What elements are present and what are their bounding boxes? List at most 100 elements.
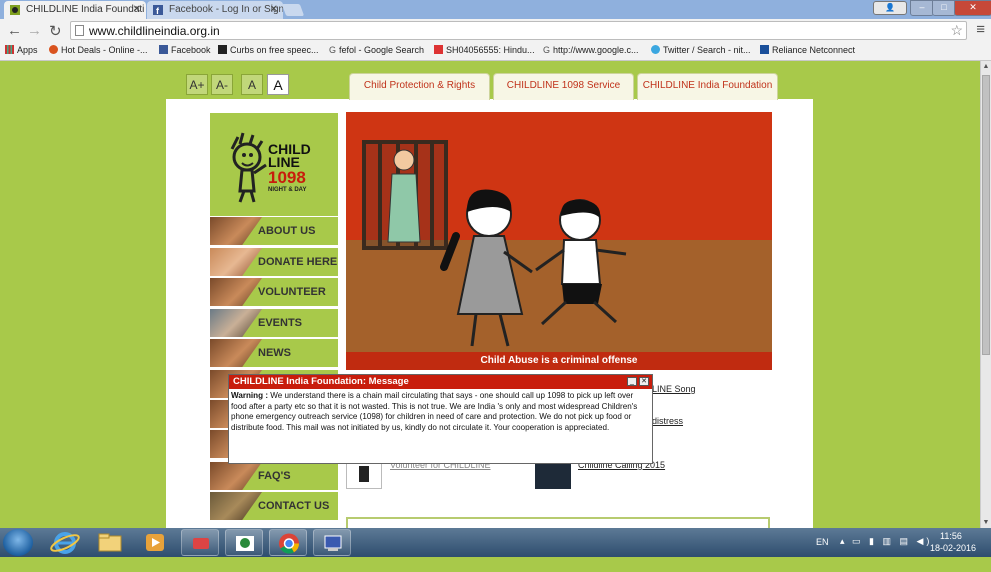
network-app-icon	[236, 536, 254, 551]
close-window-button[interactable]: ✕	[954, 0, 991, 16]
address-bar[interactable]: www.childlineindia.org.in ☆	[70, 21, 967, 40]
app-button-3[interactable]	[313, 529, 351, 556]
modal-minimize-button[interactable]: _	[627, 377, 637, 386]
logo-text: CHILD LINE 1098 NIGHT & DAY	[268, 142, 311, 194]
chrome-button[interactable]	[269, 529, 307, 556]
lower-content-box	[346, 517, 770, 528]
tab-child-protection[interactable]: Child Protection & Rights	[349, 73, 490, 100]
tab-facebook[interactable]: f Facebook - Log In or Sign ✕	[147, 1, 283, 19]
childline-song-link[interactable]: LINE Song	[652, 384, 696, 394]
nav-label: NEWS	[258, 347, 291, 359]
bookmark-fefol[interactable]: Gfefol - Google Search	[329, 45, 424, 55]
nav-label: ABOUT US	[258, 225, 316, 237]
forward-icon[interactable]: →	[27, 22, 42, 39]
bookmark-hot-deals[interactable]: Hot Deals - Online -...	[49, 45, 148, 55]
logo-number: 1098	[268, 168, 306, 187]
bookmarks-bar: Apps Hot Deals - Online -... Facebook Cu…	[0, 43, 991, 61]
nav-label: FAQ'S	[258, 470, 291, 482]
deals-icon	[49, 45, 58, 54]
hindu-icon	[434, 45, 443, 54]
nav-photo	[210, 278, 262, 306]
windows-taskbar: EN ▴ ▭ ▮ ▥ ▤ ◀) 11:56 18-02-2016	[0, 528, 991, 557]
bookmark-twitter[interactable]: Twitter / Search - nit...	[651, 45, 751, 55]
bookmark-label: Facebook	[171, 45, 211, 55]
scrollbar-thumb[interactable]	[982, 75, 990, 355]
tab-childline[interactable]: CHILDLINE India Foundati ✕	[4, 1, 146, 19]
nav-contact-us[interactable]: CONTACT US	[210, 491, 338, 520]
app-button-1[interactable]	[181, 529, 219, 556]
new-tab-button[interactable]	[281, 4, 305, 16]
profile-button[interactable]: 👤	[873, 1, 907, 15]
nav-label: EVENTS	[258, 317, 303, 329]
modal-title: CHILDLINE India Foundation: Message	[229, 375, 652, 389]
tray-expand-icon[interactable]: ▴	[840, 536, 845, 565]
bookmark-curbs[interactable]: Curbs on free speec...	[218, 45, 319, 55]
reliance-icon	[760, 45, 769, 54]
start-button[interactable]	[3, 529, 33, 556]
nav-faqs[interactable]: FAQ'S	[210, 461, 338, 490]
facebook-favicon-icon: f	[153, 5, 163, 15]
reload-icon[interactable]: ↻	[49, 22, 62, 40]
nav-volunteer[interactable]: VOLUNTEER	[210, 277, 338, 306]
clock-date[interactable]: 18-02-2016	[930, 543, 976, 572]
app-button-2[interactable]	[225, 529, 263, 556]
childline-favicon-icon	[10, 5, 20, 15]
back-icon[interactable]: ←	[7, 22, 22, 39]
close-tab-icon[interactable]: ✕	[270, 1, 278, 19]
nav-news[interactable]: NEWS	[210, 338, 338, 367]
menu-icon[interactable]: ≡	[976, 21, 985, 38]
font-default-button[interactable]: A	[267, 74, 289, 95]
language-indicator[interactable]: EN	[816, 537, 829, 566]
modal-close-button[interactable]: ✕	[639, 377, 649, 386]
bookmark-label: SH04056555: Hindu...	[446, 45, 535, 55]
tab-childline-foundation[interactable]: CHILDLINE India Foundation	[637, 73, 778, 100]
scroll-up-icon[interactable]: ▲	[981, 63, 991, 70]
tab-childline-service[interactable]: CHILDLINE 1098 Service	[493, 73, 634, 100]
tray-icons[interactable]: ▭ ▮ ▥ ▤ ◀)	[852, 536, 932, 565]
nav-photo	[210, 309, 262, 337]
file-explorer-icon[interactable]	[91, 529, 129, 556]
apps-grid-icon	[5, 45, 14, 54]
bookmark-label: Reliance Netconnect	[772, 45, 856, 55]
nav-photo	[210, 462, 262, 490]
modal-message: Warning : We understand there is a chain…	[231, 391, 651, 433]
message-modal: CHILDLINE India Foundation: Message _ ✕ …	[228, 374, 653, 464]
twitter-icon	[651, 45, 660, 54]
bookmark-hindu[interactable]: SH04056555: Hindu...	[434, 45, 535, 55]
nav-events[interactable]: EVENTS	[210, 308, 338, 337]
bookmark-apps[interactable]: Apps	[5, 45, 38, 55]
childline-logo[interactable]: CHILD LINE 1098 NIGHT & DAY	[210, 113, 338, 216]
nav-about-us[interactable]: ABOUT US	[210, 216, 338, 245]
maximize-button[interactable]: □	[932, 0, 956, 16]
font-increase-button[interactable]: A+	[186, 74, 208, 95]
bookmark-google[interactable]: Ghttp://www.google.c...	[543, 45, 639, 55]
minimize-button[interactable]: –	[910, 0, 934, 16]
app-icon	[193, 538, 209, 549]
bookmark-star-icon[interactable]: ☆	[950, 22, 963, 39]
hero-banner[interactable]: Child Abuse is a criminal offense	[346, 112, 772, 370]
close-tab-icon[interactable]: ✕	[133, 1, 141, 19]
logo-tagline: NIGHT & DAY	[268, 187, 307, 193]
bookmark-facebook[interactable]: Facebook	[159, 45, 211, 55]
media-player-icon[interactable]	[136, 529, 174, 556]
page-scrollbar[interactable]: ▲ ▼	[980, 61, 991, 528]
app-icon	[324, 535, 342, 551]
font-normal-button[interactable]: A	[241, 74, 263, 95]
tab-label: CHILDLINE India Foundati	[26, 4, 145, 15]
scroll-down-icon[interactable]: ▼	[981, 519, 991, 526]
news-icon	[218, 45, 227, 54]
tab-label: Facebook - Log In or Sign	[169, 4, 283, 15]
font-decrease-button[interactable]: A-	[211, 74, 233, 95]
distress-link[interactable]: distress	[652, 416, 683, 426]
bookmark-reliance[interactable]: Reliance Netconnect	[760, 45, 855, 55]
page-icon	[75, 25, 84, 36]
nav-label: DONATE HERE	[258, 256, 338, 268]
nav-donate[interactable]: DONATE HERE	[210, 247, 338, 276]
bookmark-label: Hot Deals - Online -...	[61, 45, 148, 55]
internet-explorer-icon[interactable]	[46, 529, 84, 556]
facebook-icon	[159, 45, 168, 54]
bookmark-label: Curbs on free speec...	[230, 45, 319, 55]
bookmark-label: Twitter / Search - nit...	[663, 45, 751, 55]
nav-label: CONTACT US	[258, 500, 330, 512]
chrome-icon	[279, 533, 300, 554]
